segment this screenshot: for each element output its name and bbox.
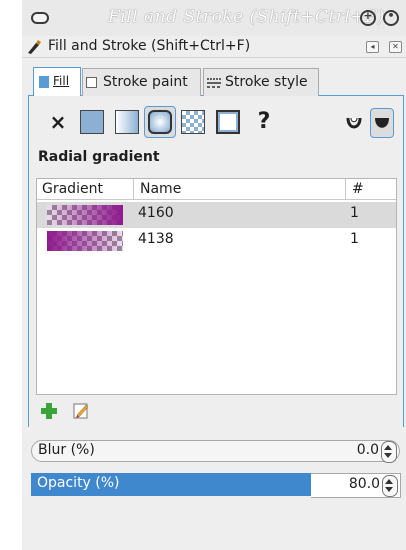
spin-up-icon[interactable] xyxy=(385,479,393,484)
blur-spinner[interactable] xyxy=(381,441,397,463)
tab-stroke-paint[interactable]: Stroke paint xyxy=(82,68,201,96)
opacity-spinner[interactable] xyxy=(382,475,398,497)
stroke-style-tab-icon xyxy=(207,78,221,88)
column-header-count[interactable]: # xyxy=(352,181,364,197)
column-separator xyxy=(133,179,134,200)
opacity-label: Opacity (%) xyxy=(37,475,120,491)
fill-rule-evenodd-icon[interactable] xyxy=(345,114,363,132)
tab-fill[interactable]: Fill xyxy=(33,67,81,96)
gradient-swatch xyxy=(47,231,123,251)
gradient-count: 1 xyxy=(350,205,359,221)
window-title: Fill and Stroke (Shift+Ctrl+F) xyxy=(108,7,385,27)
tab-stroke-paint-label: Stroke paint xyxy=(103,74,188,90)
flat-color-button[interactable] xyxy=(80,110,104,134)
dock-header: Fill and Stroke (Shift+Ctrl+F) ◂ ✕ xyxy=(22,36,406,58)
table-row[interactable]: 4138 1 xyxy=(37,228,396,254)
window-menu-icon[interactable] xyxy=(31,12,49,24)
window-title-bar[interactable]: Fill and Stroke (Shift+Ctrl+F) xyxy=(22,0,406,36)
fill-stroke-icon xyxy=(28,40,41,54)
opacity-level-bar[interactable]: Opacity (%) xyxy=(31,473,311,496)
iconify-icon[interactable]: ◂ xyxy=(366,41,379,53)
tab-stroke-style-label: Stroke style xyxy=(225,74,308,90)
add-gradient-icon[interactable] xyxy=(40,402,58,420)
stroke-paint-tab-icon xyxy=(86,77,97,88)
spin-up-icon[interactable] xyxy=(384,445,392,450)
column-separator xyxy=(345,179,346,200)
fill-tab-icon xyxy=(39,76,49,88)
unset-paint-label: ? xyxy=(257,109,271,134)
linear-gradient-button[interactable] xyxy=(115,110,139,134)
fill-rule-nonzero-icon xyxy=(375,118,389,128)
blur-label: Blur (%) xyxy=(38,442,95,458)
unset-paint-button[interactable]: ? xyxy=(252,110,276,134)
opacity-value[interactable]: 80.0 xyxy=(349,476,380,492)
table-row[interactable]: 4160 1 xyxy=(37,202,396,228)
gradient-swatch xyxy=(47,205,123,225)
gradient-count: 1 xyxy=(350,231,359,247)
tab-stroke-style[interactable]: Stroke style xyxy=(203,68,319,96)
blur-value[interactable]: 0.0 xyxy=(357,442,379,458)
blur-spinbutton[interactable]: Blur (%) 0.0 xyxy=(31,440,400,463)
column-header-name[interactable]: Name xyxy=(140,181,181,197)
swatch-icon xyxy=(220,114,236,130)
column-header-gradient[interactable]: Gradient xyxy=(42,181,103,197)
paint-type-heading: Radial gradient xyxy=(38,149,160,165)
spin-down-icon[interactable] xyxy=(385,487,393,492)
maximize-icon[interactable]: + xyxy=(360,9,376,26)
gradient-name: 4160 xyxy=(138,205,174,221)
radial-gradient-button[interactable] xyxy=(144,106,176,138)
minimize-icon[interactable]: • xyxy=(383,9,399,26)
swatch-button[interactable] xyxy=(216,110,240,134)
gradient-list-header: Gradient Name # xyxy=(37,179,396,200)
radial-gradient-icon xyxy=(148,110,172,134)
fill-rule-nonzero-button[interactable] xyxy=(370,108,394,138)
spin-down-icon[interactable] xyxy=(384,453,392,458)
opacity-spinbutton[interactable]: Opacity (%) 80.0 xyxy=(31,473,401,498)
pattern-button[interactable] xyxy=(181,110,205,134)
opacity-value-box[interactable]: 80.0 xyxy=(311,473,401,498)
close-icon[interactable]: ✕ xyxy=(389,41,402,53)
no-paint-button[interactable]: × xyxy=(46,110,70,134)
dock-title: Fill and Stroke (Shift+Ctrl+F) xyxy=(48,38,251,54)
gradient-name: 4138 xyxy=(138,231,174,247)
gradient-list[interactable]: Gradient Name # 4160 1 4138 1 xyxy=(36,178,397,395)
tab-fill-label: Fill xyxy=(53,74,70,88)
edit-gradient-icon[interactable] xyxy=(72,402,90,420)
